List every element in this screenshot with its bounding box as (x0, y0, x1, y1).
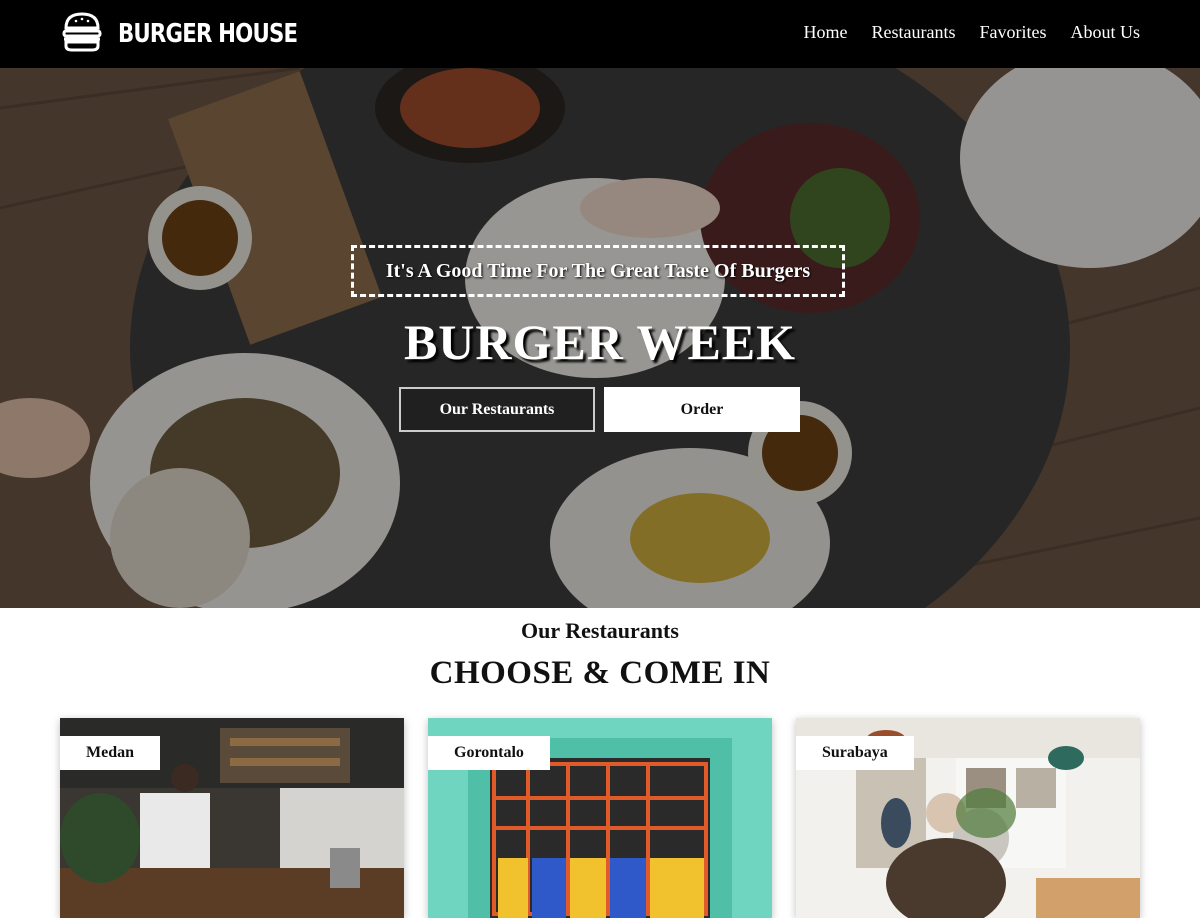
nav-restaurants[interactable]: Restaurants (872, 22, 956, 43)
nav-about-us[interactable]: About Us (1070, 22, 1140, 43)
restaurant-card-surabaya[interactable]: Surabaya (796, 718, 1140, 918)
section-title: CHOOSE & COME IN (429, 655, 771, 691)
hero-tagline: It's A Good Time For The Great Taste Of … (351, 245, 845, 297)
brand-logo-link[interactable]: BURGER HOUSE (60, 10, 337, 58)
restaurant-card-medan[interactable]: Medan (60, 718, 404, 918)
restaurant-card-gorontalo[interactable]: Gorontalo (428, 718, 772, 918)
nav-home[interactable]: Home (804, 22, 848, 43)
hero-banner: It's A Good Time For The Great Taste Of … (0, 68, 1200, 608)
section-subtitle: Our Restaurants (521, 618, 679, 643)
brand-name: BURGER HOUSE (118, 19, 298, 49)
hero-title: BURGER WEEK (403, 314, 797, 370)
card-label-medan: Medan (60, 736, 160, 770)
main-nav: Home Restaurants Favorites About Us (804, 22, 1141, 43)
card-label-surabaya: Surabaya (796, 736, 914, 770)
order-button[interactable]: Order (604, 387, 800, 432)
card-label-gorontalo: Gorontalo (428, 736, 550, 770)
nav-favorites[interactable]: Favorites (979, 22, 1046, 43)
top-navbar: BURGER HOUSE Home Restaurants Favorites … (0, 0, 1200, 68)
our-restaurants-button[interactable]: Our Restaurants (399, 387, 595, 432)
burger-icon (60, 10, 104, 59)
